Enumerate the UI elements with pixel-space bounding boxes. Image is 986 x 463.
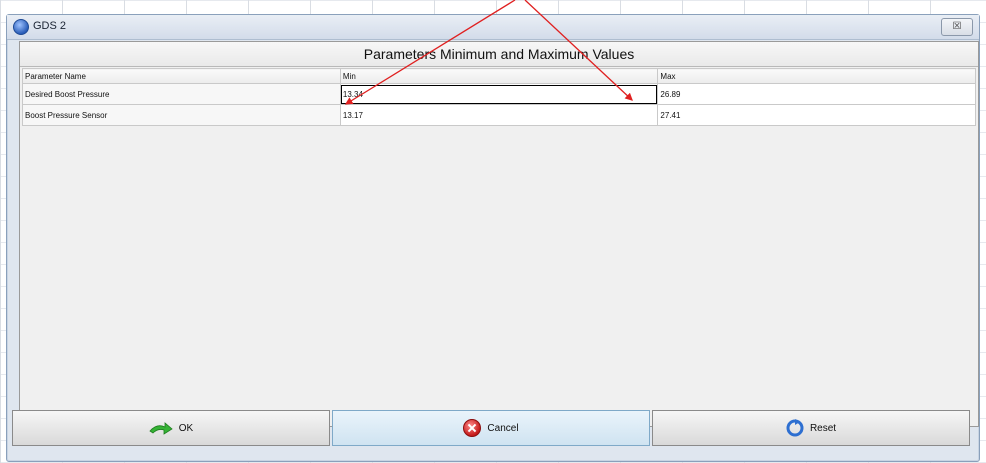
reset-label: Reset	[809, 422, 837, 434]
table-row[interactable]: Desired Boost Pressure 13.34 26.89	[22, 83, 976, 105]
parameters-table: Parameter Name Min Max Desired Boost Pre…	[22, 68, 976, 126]
cancel-label: Cancel	[487, 422, 519, 434]
cancel-button[interactable]: Cancel	[332, 410, 650, 446]
min-value-cell[interactable]: 13.17	[339, 104, 659, 126]
table-row[interactable]: Boost Pressure Sensor 13.17 27.41	[22, 104, 976, 126]
title-bar: GDS 2 ☒	[7, 15, 979, 40]
close-icon[interactable]: ☒	[941, 18, 973, 36]
blue-refresh-icon	[786, 419, 804, 437]
parameters-panel: Parameters Minimum and Maximum Values Pa…	[19, 41, 979, 427]
column-header-min[interactable]: Min	[339, 68, 659, 84]
parameter-name-cell: Boost Pressure Sensor	[22, 104, 341, 126]
column-header-max[interactable]: Max	[657, 68, 976, 84]
green-arrow-icon	[149, 422, 173, 435]
red-x-icon	[463, 419, 482, 437]
column-header-parameter-name[interactable]: Parameter Name	[22, 68, 341, 84]
gds-app-icon	[13, 19, 29, 35]
window-title: GDS 2	[33, 20, 67, 32]
reset-button[interactable]: Reset	[652, 410, 970, 446]
parameter-name-cell: Desired Boost Pressure	[22, 83, 341, 105]
ok-button[interactable]: OK	[12, 410, 330, 446]
ok-label: OK	[178, 422, 194, 434]
max-value-cell[interactable]: 26.89	[657, 83, 976, 105]
table-header-row: Parameter Name Min Max	[22, 68, 976, 84]
gds2-dialog: GDS 2 ☒ Parameters Minimum and Maximum V…	[6, 14, 980, 462]
dialog-button-bar: OK Cancel Reset	[12, 410, 972, 446]
panel-title: Parameters Minimum and Maximum Values	[20, 42, 978, 67]
min-value-cell[interactable]: 13.34	[339, 83, 659, 105]
max-value-cell[interactable]: 27.41	[657, 104, 976, 126]
